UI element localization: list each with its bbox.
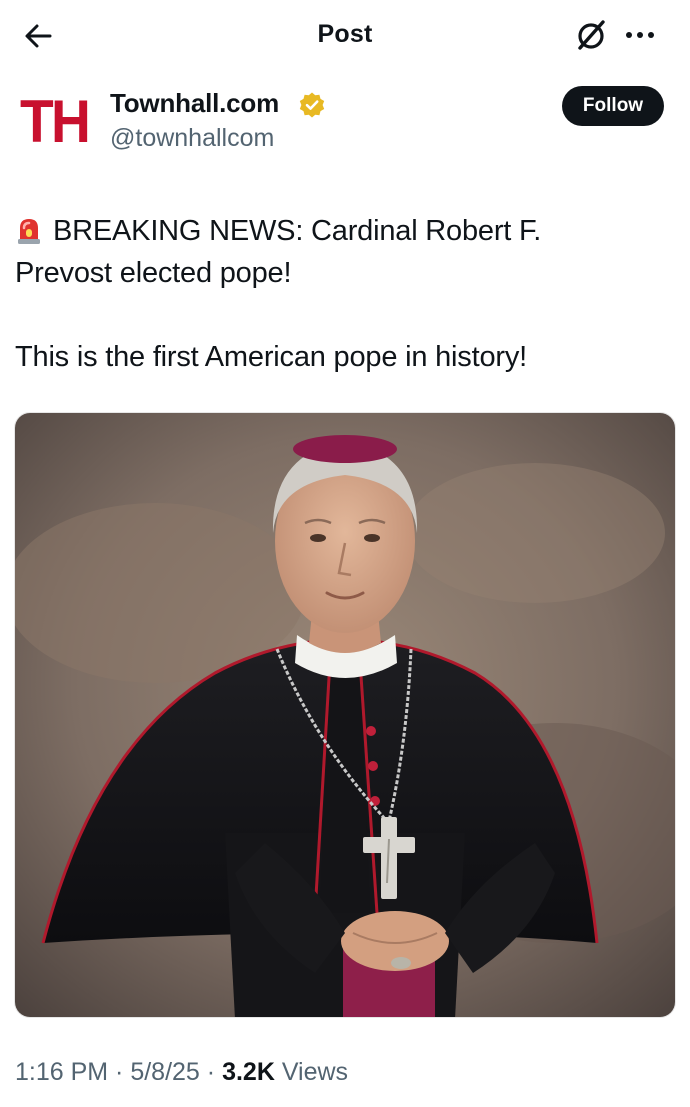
more-horizontal-icon [626, 32, 654, 38]
avatar[interactable]: TH [20, 90, 94, 154]
post-time[interactable]: 1:16 PM [15, 1058, 108, 1086]
author-header: TH Townhall.com @townhallcom Follow [0, 82, 690, 162]
grok-icon [578, 20, 605, 50]
views-count[interactable]: 3.2K [222, 1058, 275, 1086]
avatar-logo-text: TH [20, 88, 91, 155]
tweet-line-2: Prevost elected pope! [15, 257, 292, 289]
meta-separator: · [199, 1058, 223, 1086]
author-handle[interactable]: @townhallcom [110, 124, 274, 153]
author-display-name[interactable]: Townhall.com [110, 88, 279, 119]
tweet-photo[interactable] [14, 412, 676, 1018]
tweet-line-1: BREAKING NEWS: Cardinal Robert F. [15, 210, 675, 252]
tweet-line-1-text: BREAKING NEWS: Cardinal Robert F. [53, 215, 542, 247]
meta-separator: · [108, 1058, 131, 1086]
views-label: Views [274, 1058, 349, 1086]
tweet-line-3: This is the first American pope in histo… [15, 341, 527, 373]
tweet-text: BREAKING NEWS: Cardinal Robert F. Prevos… [15, 210, 675, 378]
more-options-button[interactable] [622, 20, 658, 50]
top-bar: Post [0, 0, 690, 70]
post-metadata: 1:16 PM · 5/8/25 · 3.2K Views [15, 1058, 348, 1087]
grok-button[interactable] [572, 16, 610, 54]
siren-emoji-icon [18, 219, 40, 244]
post-date[interactable]: 5/8/25 [130, 1058, 200, 1086]
cardinal-portrait-image [15, 413, 675, 1017]
verified-gold-badge-icon[interactable] [298, 91, 326, 119]
follow-button[interactable]: Follow [562, 86, 664, 126]
